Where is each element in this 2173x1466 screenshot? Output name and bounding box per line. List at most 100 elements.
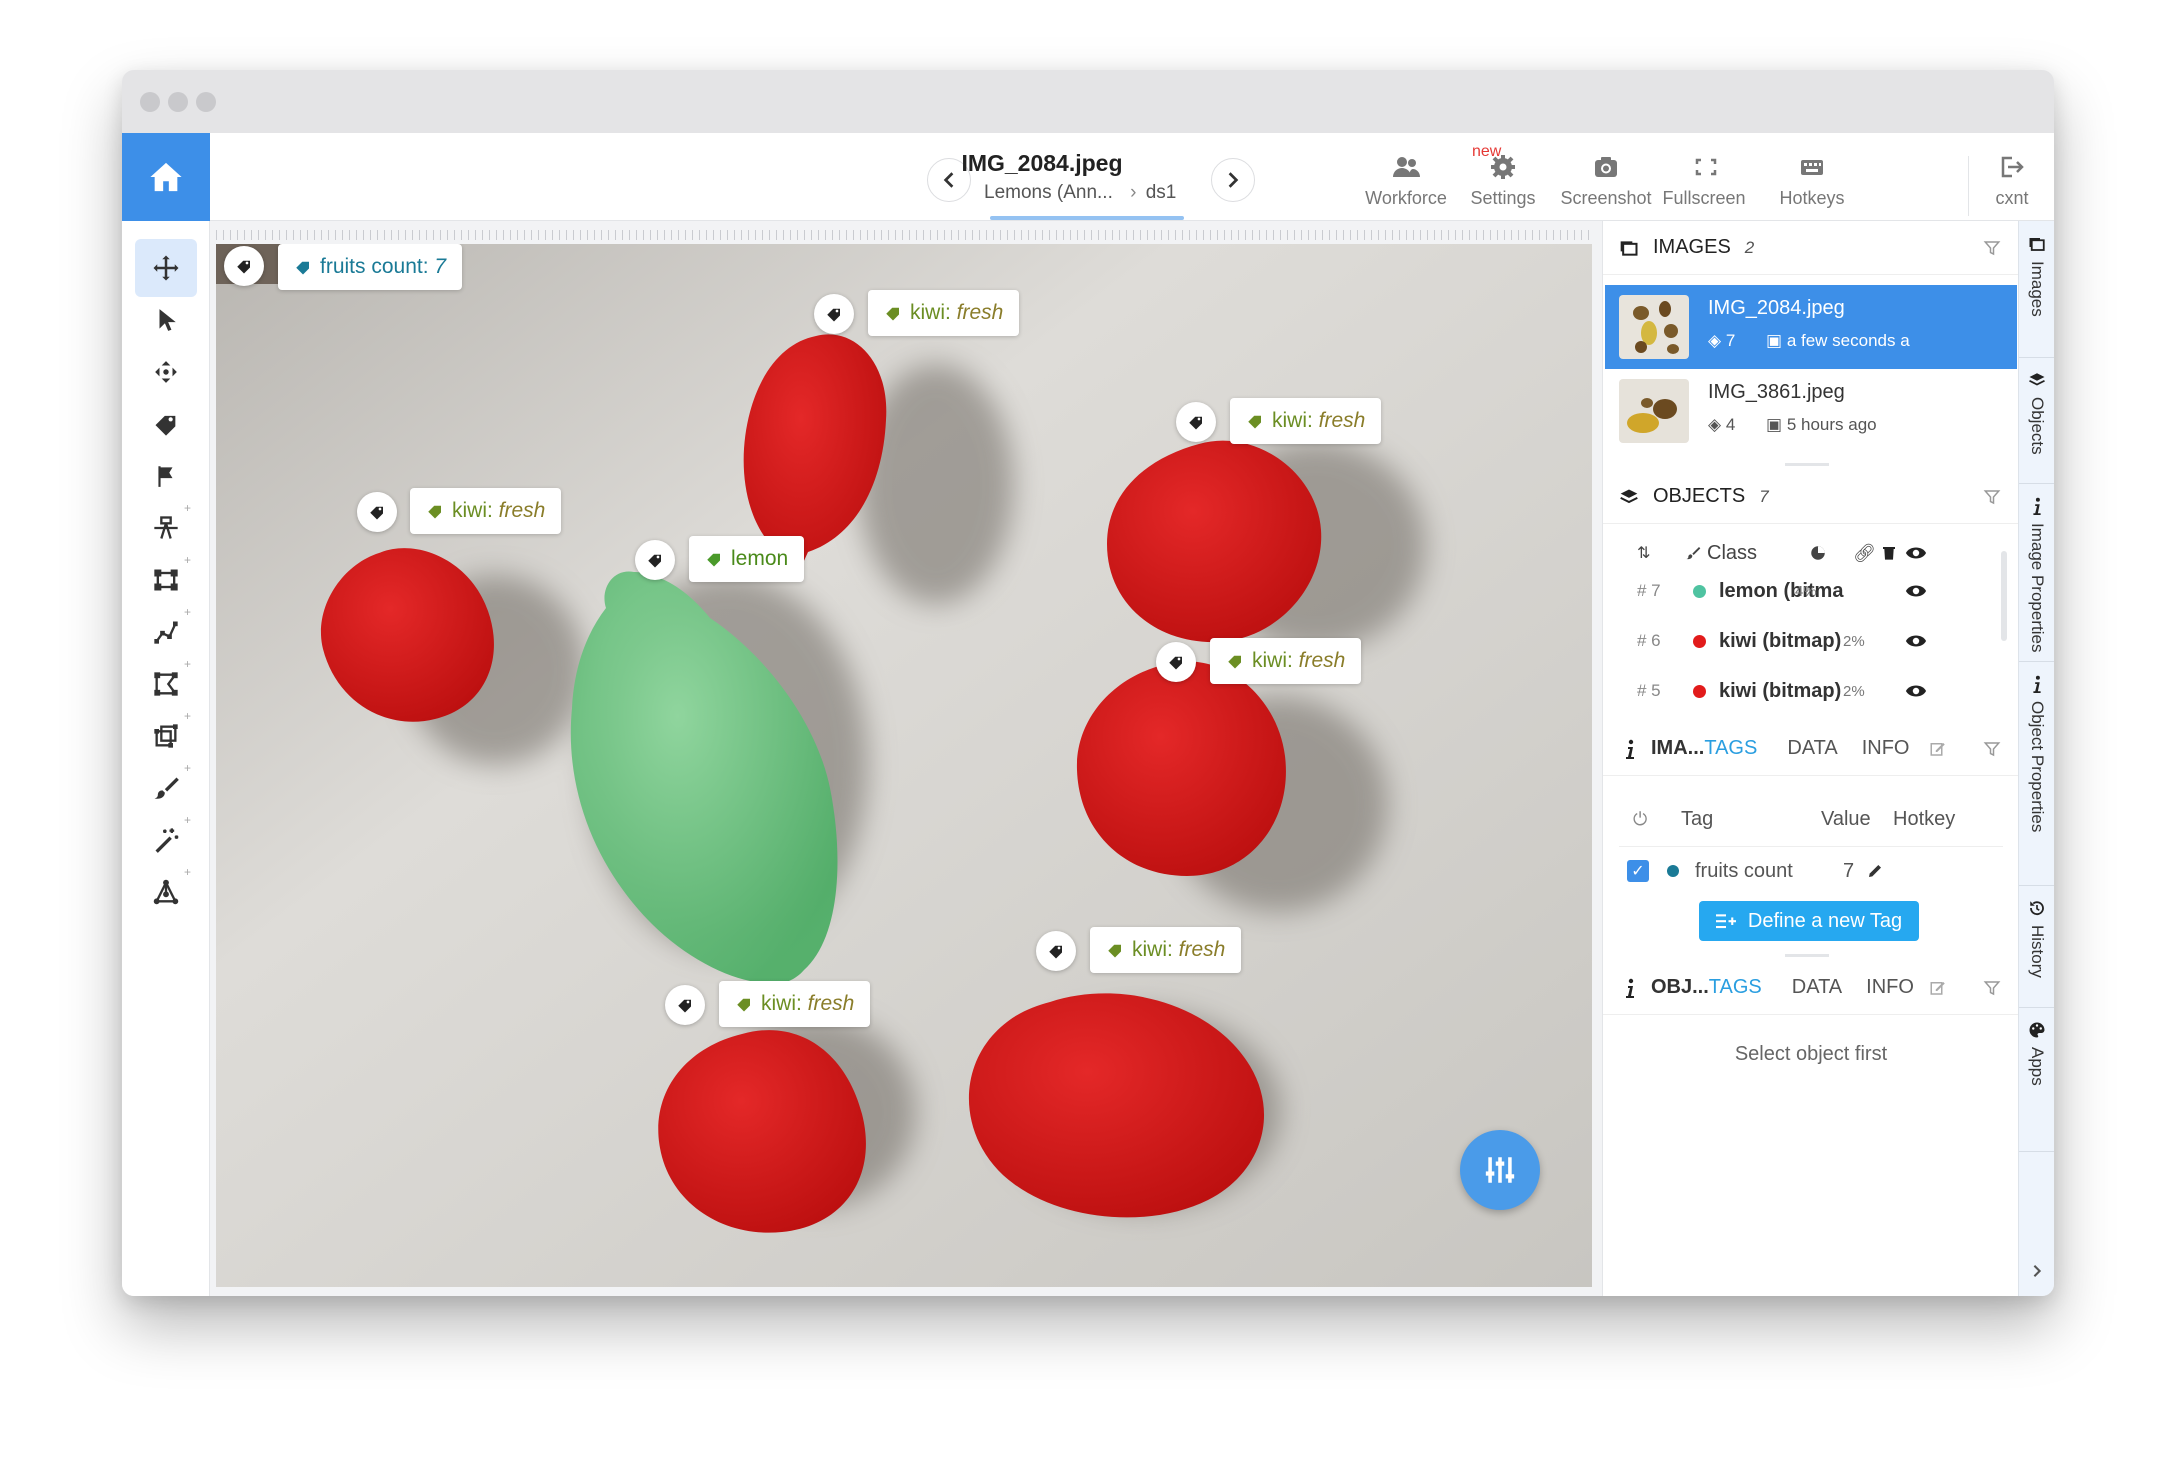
object-tag-marker[interactable] (814, 294, 854, 334)
trash-icon[interactable] (1881, 544, 1897, 562)
filter-icon[interactable] (1983, 740, 2001, 758)
object-tag-marker[interactable] (357, 492, 397, 532)
home-button[interactable] (122, 133, 210, 221)
tool-polygon[interactable]: + (135, 655, 197, 713)
side-tab-images[interactable]: Images (2019, 235, 2054, 317)
object-row[interactable]: # 7 lemon (bitma 4% (1603, 565, 2019, 617)
object-row[interactable]: # 5 kiwi (bitmap) 2% (1603, 665, 2019, 717)
toolbar-logout-button[interactable]: cxnt (1972, 152, 2052, 209)
breadcrumb-dataset[interactable]: ds1 (1146, 182, 1177, 203)
object-label[interactable]: kiwi: fresh (1230, 398, 1382, 444)
title-bar (122, 70, 2054, 133)
tool-graph[interactable]: + (135, 863, 197, 921)
tool-select[interactable] (135, 291, 197, 349)
tool-flag[interactable] (135, 447, 197, 505)
tab-info[interactable]: INFO (1862, 737, 1910, 760)
tab-tags[interactable]: TAGS (1704, 737, 1757, 760)
tag-checkbox[interactable]: ✓ (1627, 860, 1649, 882)
object-label[interactable]: kiwi: fresh (1090, 927, 1242, 973)
edit-icon[interactable] (1929, 979, 1947, 997)
side-tab-apps[interactable]: Apps (2019, 1021, 2054, 1086)
tool-drag[interactable] (135, 343, 197, 401)
adjust-settings-button[interactable] (1460, 1130, 1540, 1210)
tool-magic-wand[interactable]: + (135, 811, 197, 869)
window-minimize-dot[interactable] (168, 92, 188, 112)
object-tag-marker[interactable] (665, 985, 705, 1025)
object-color-dot (1693, 584, 1706, 598)
toolbar-fullscreen-button[interactable]: Fullscreen (1654, 152, 1754, 209)
eye-icon[interactable] (1905, 545, 1927, 561)
class-column-header[interactable]: Class (1707, 542, 1757, 565)
side-tab-image-properties[interactable]: Image Properties (2019, 497, 2054, 652)
object-label[interactable]: kiwi: fresh (1210, 638, 1362, 684)
resize-handle[interactable] (1785, 954, 1829, 957)
window-close-dot[interactable] (140, 92, 160, 112)
filter-icon[interactable] (1983, 979, 2001, 997)
annotation-canvas[interactable]: fruits count: 7 kiwi: fresh kiwi: fresh … (216, 244, 1592, 1287)
toolbar-screenshot-button[interactable]: Screenshot (1556, 152, 1656, 209)
window-zoom-dot[interactable] (196, 92, 216, 112)
object-label[interactable]: kiwi: fresh (719, 981, 871, 1027)
tag-icon (428, 505, 441, 519)
object-tag-marker[interactable] (635, 540, 675, 580)
object-class: kiwi (452, 499, 487, 522)
tab-data[interactable]: DATA (1787, 737, 1837, 760)
pencil-icon[interactable] (1867, 863, 1883, 879)
info-icon (1626, 978, 1634, 998)
object-label[interactable]: lemon (689, 536, 805, 582)
toolbar-settings-button[interactable]: Settings (1453, 152, 1553, 209)
image-tag-label[interactable]: fruits count: 7 (278, 244, 463, 290)
pie-chart-icon[interactable] (1809, 544, 1827, 562)
collapse-panel-button[interactable] (2019, 1251, 2054, 1291)
side-tab-label: Apps (2028, 1047, 2047, 1086)
object-label[interactable]: kiwi: fresh (410, 488, 562, 534)
eye-icon[interactable] (1905, 633, 1927, 649)
object-tag-marker[interactable] (1156, 642, 1196, 682)
filter-icon[interactable] (1983, 239, 2001, 257)
power-icon[interactable]: ⏻ (1633, 809, 1647, 830)
objects-section-header[interactable]: OBJECTS 7 (1603, 470, 2019, 524)
eye-icon[interactable] (1905, 583, 1927, 599)
image-tag-row[interactable]: ✓ fruits count 7 (1603, 845, 2019, 897)
object-row[interactable]: # 6 kiwi (bitmap) 2% (1603, 615, 2019, 667)
side-tab-objects[interactable]: Objects (2019, 371, 2054, 455)
breadcrumb[interactable]: Lemons (Ann... › ds1 (984, 182, 1176, 204)
tool-rectangle[interactable]: + (135, 551, 197, 609)
images-section-header[interactable]: IMAGES 2 (1603, 221, 2019, 275)
filter-icon[interactable] (1983, 488, 2001, 506)
link-icon[interactable]: 🔗︎ (1853, 543, 1876, 564)
edit-icon[interactable] (1929, 740, 1947, 758)
tab-info[interactable]: INFO (1866, 976, 1914, 999)
image-list-item[interactable]: IMG_3861.jpeg ◈ 4 ▣ 5 hours ago (1605, 369, 2017, 453)
info-icon (1626, 739, 1634, 759)
object-tag-marker[interactable] (1036, 931, 1076, 971)
object-area-pct: 2% (1843, 682, 1865, 700)
define-tag-label: Define a new Tag (1747, 909, 1903, 932)
object-area-pct: 4% (1795, 582, 1817, 600)
tag-icon (886, 307, 899, 321)
toolbar-workforce-button[interactable]: Workforce (1356, 152, 1456, 209)
image-list-item[interactable]: IMG_2084.jpeg ◈ 7 ▣ a few seconds a (1605, 285, 2017, 369)
image-tag-marker[interactable] (224, 246, 264, 286)
define-tag-button[interactable]: Define a new Tag (1699, 901, 1919, 941)
tool-point[interactable]: + (135, 499, 197, 557)
object-label[interactable]: kiwi: fresh (868, 290, 1020, 336)
side-tab-history[interactable]: History (2019, 899, 2054, 978)
object-color-dot (1693, 634, 1706, 648)
side-tab-object-properties[interactable]: Object Properties (2019, 675, 2054, 832)
objects-scrollbar[interactable] (2001, 551, 2007, 641)
tool-polyline[interactable]: + (135, 603, 197, 661)
object-tag-marker[interactable] (1176, 402, 1216, 442)
tool-tag[interactable] (135, 395, 197, 453)
eye-icon[interactable] (1905, 683, 1927, 699)
tab-tags[interactable]: TAGS (1709, 976, 1762, 999)
sort-icon[interactable]: ⇅ (1637, 543, 1650, 563)
toolbar-hotkeys-button[interactable]: Hotkeys (1762, 152, 1862, 209)
tool-brush[interactable]: + (135, 759, 197, 817)
tool-cuboid[interactable]: + (135, 707, 197, 765)
tool-pan[interactable] (135, 239, 197, 297)
resize-handle[interactable] (1785, 463, 1829, 466)
tab-data[interactable]: DATA (1792, 976, 1842, 999)
next-image-button[interactable] (1211, 158, 1255, 202)
breadcrumb-project[interactable]: Lemons (Ann... (984, 182, 1113, 203)
